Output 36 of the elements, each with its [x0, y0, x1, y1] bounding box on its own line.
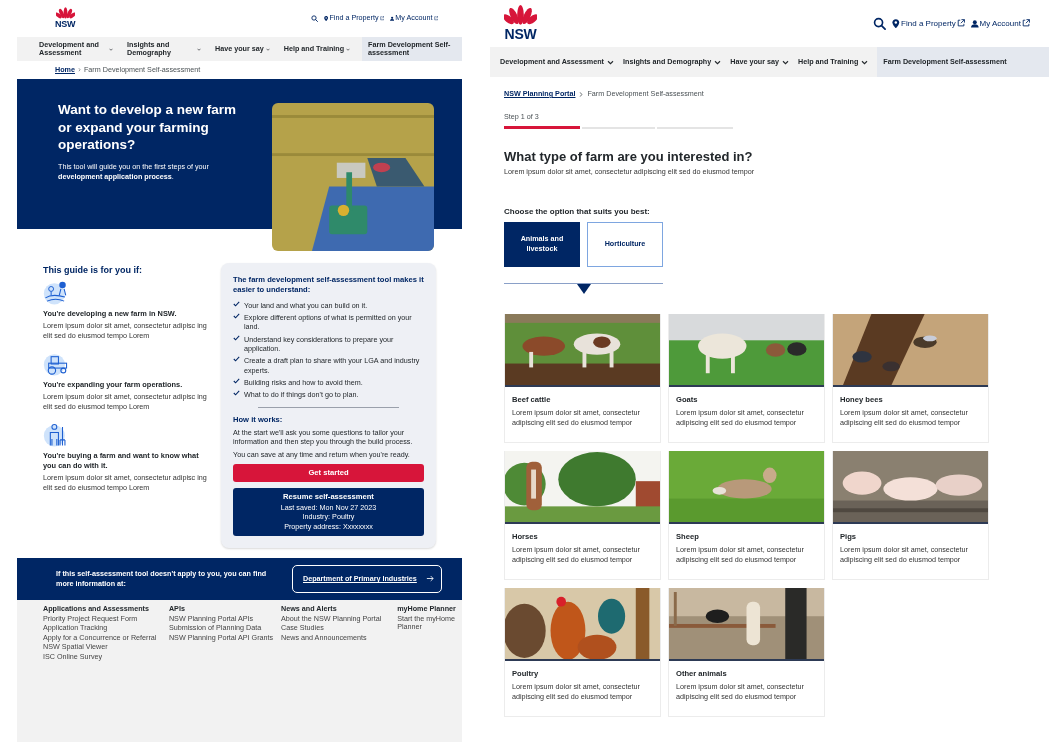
chevron-down-icon — [607, 59, 614, 65]
page-title: What type of farm are you interested in? — [504, 148, 754, 165]
logo-text: NSW — [55, 20, 76, 29]
chevron-down-icon — [109, 47, 113, 51]
external-link-icon — [1021, 19, 1030, 28]
section-title: This guide is for you if: — [43, 265, 143, 276]
pointer-icon — [576, 284, 591, 294]
person-icon — [390, 15, 395, 21]
chevron-down-icon — [782, 59, 789, 65]
chevron-down-icon — [861, 59, 869, 65]
search-icon[interactable] — [311, 14, 319, 22]
external-link-icon — [379, 16, 385, 21]
chevron-down-icon — [346, 47, 351, 51]
header-link[interactable]: Find a Property — [892, 17, 965, 30]
hero-title: Want to develop a new farm or expand your farming operations? — [58, 101, 238, 154]
farm-icon — [43, 279, 69, 306]
flower-icon — [55, 7, 75, 20]
farmer-icon — [43, 421, 69, 448]
external-link-icon — [433, 16, 438, 21]
check-icon — [233, 334, 240, 341]
logo-text: NSW — [504, 27, 537, 41]
question-label: Choose the option that suits you best: — [504, 206, 651, 218]
pin-icon — [892, 18, 901, 29]
chevron-right-icon — [579, 91, 584, 97]
check-icon — [233, 356, 240, 363]
chevron-down-icon — [265, 47, 270, 51]
flower-icon — [504, 5, 537, 27]
chevron-right-icon — [78, 68, 81, 72]
chevron-down-icon — [714, 59, 722, 65]
chevron-down-icon — [197, 47, 201, 51]
header-link[interactable]: My Account — [970, 17, 1030, 30]
pin-icon — [324, 15, 329, 21]
search-icon[interactable] — [873, 17, 887, 30]
external-link-icon — [956, 19, 965, 28]
arrow-right-icon — [426, 575, 434, 583]
person-icon — [970, 18, 979, 29]
